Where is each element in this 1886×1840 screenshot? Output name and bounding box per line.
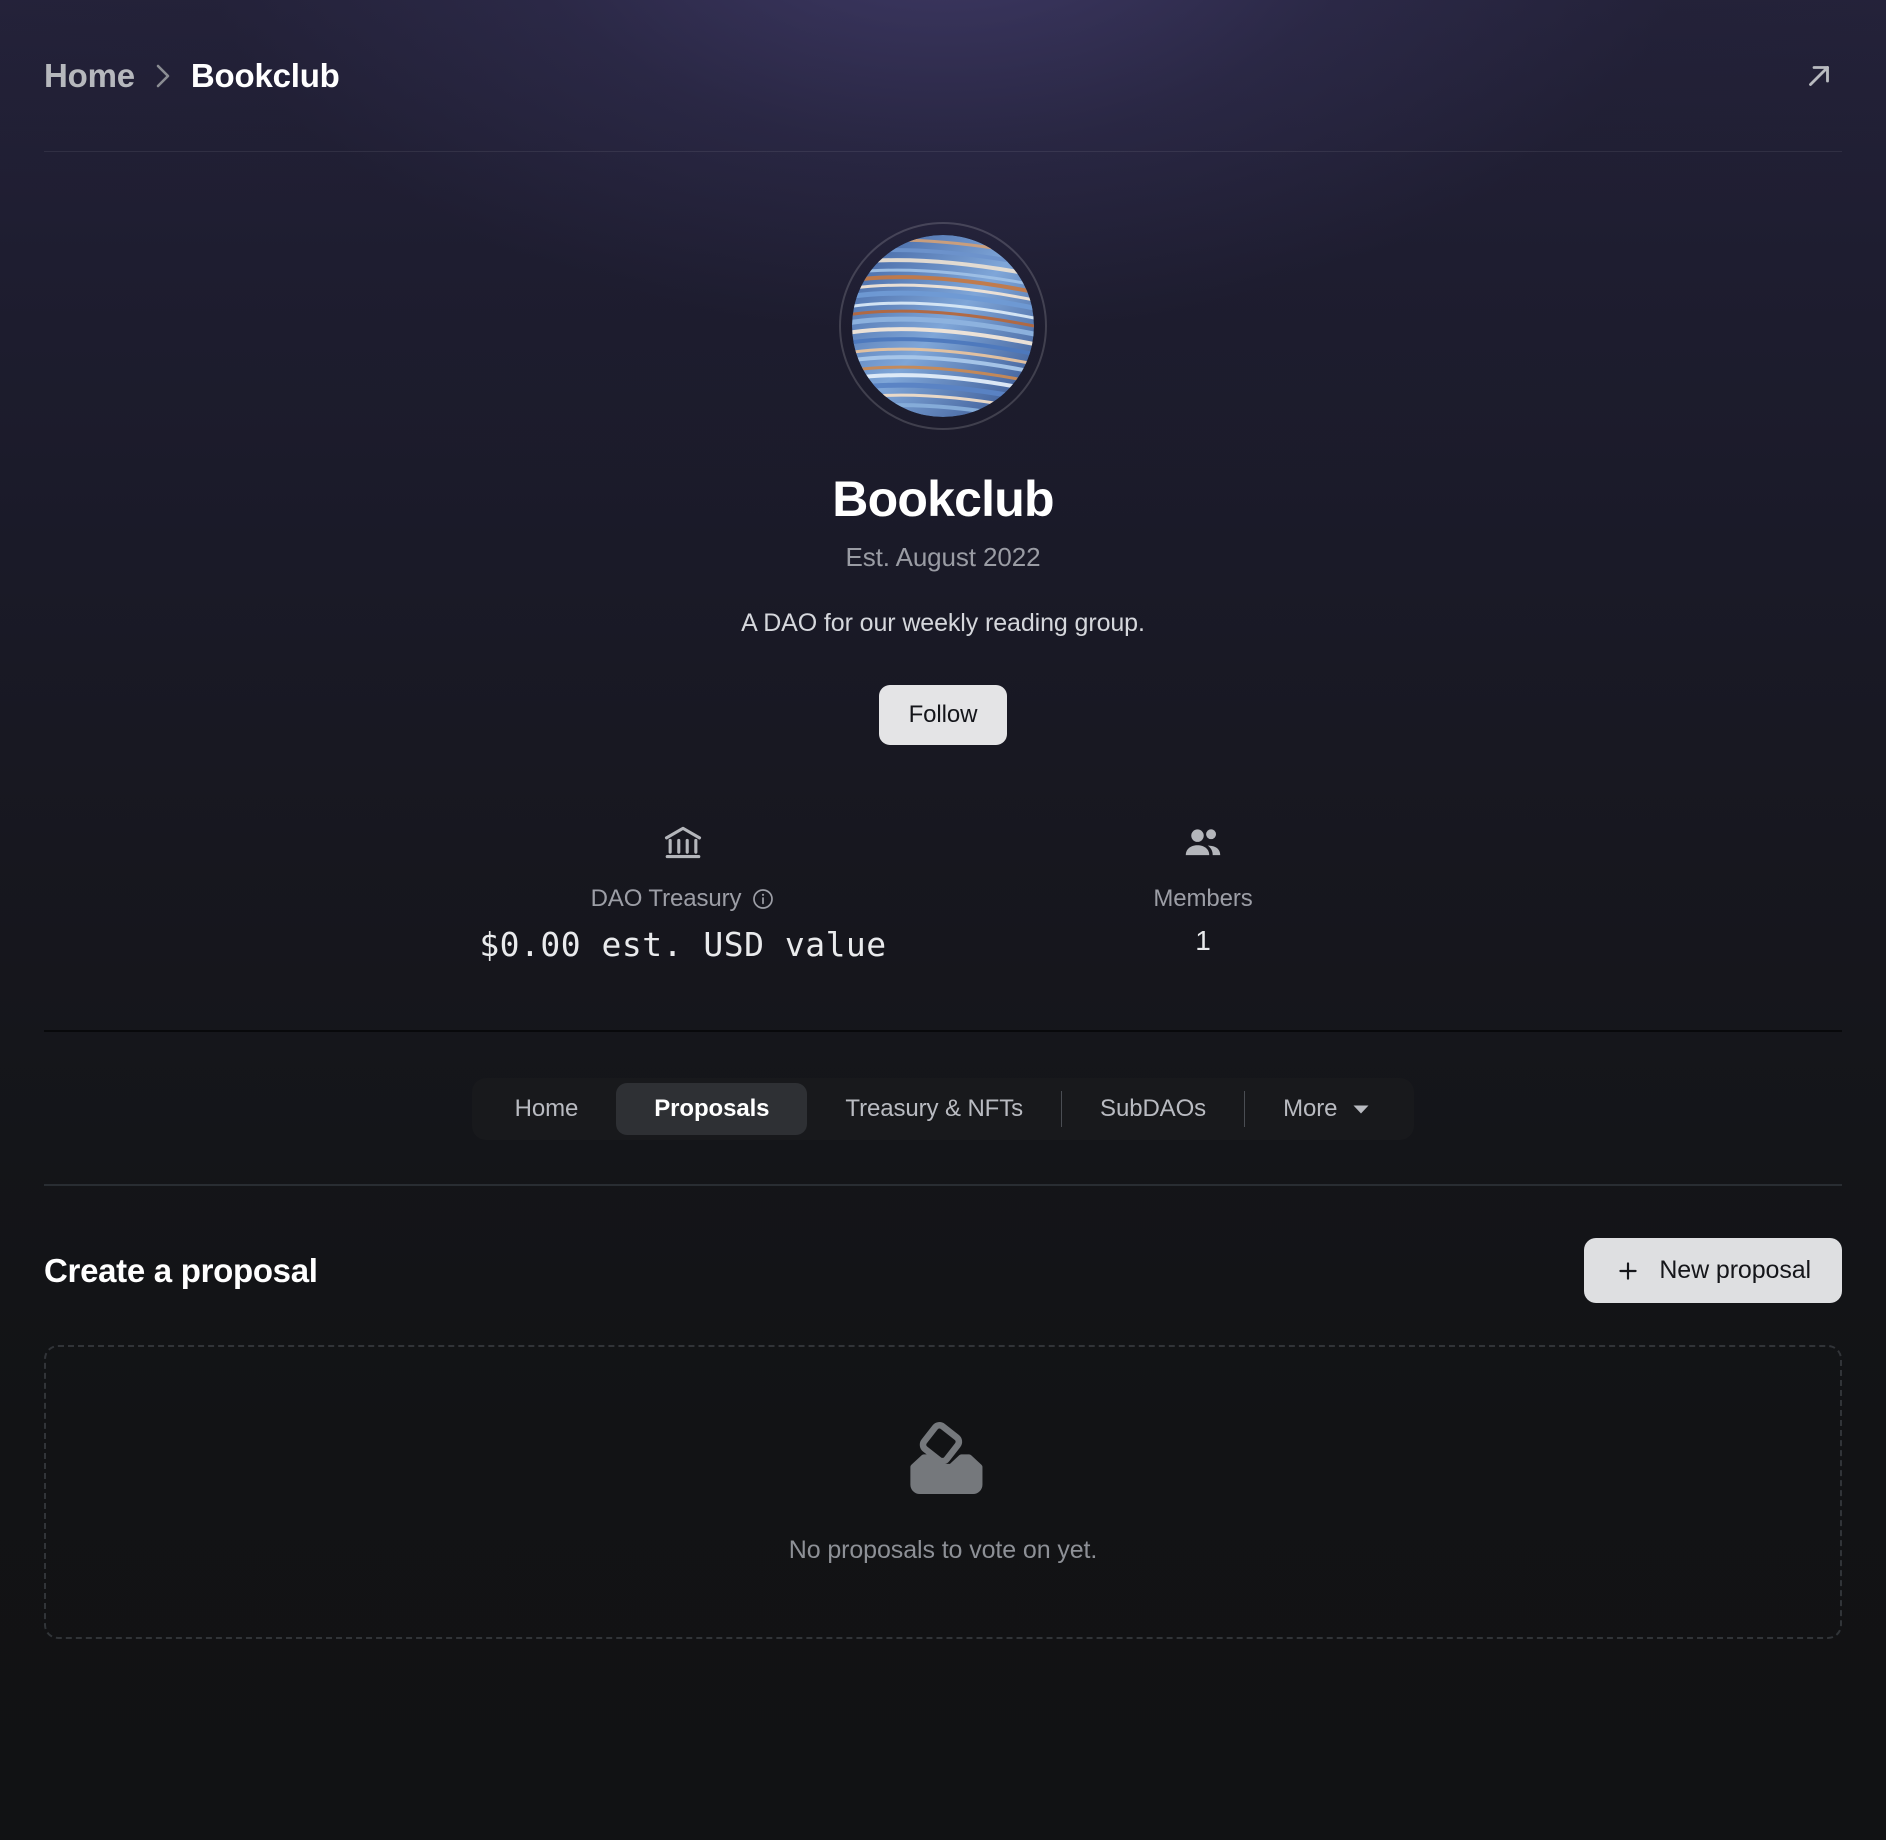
new-proposal-label: New proposal	[1659, 1256, 1811, 1284]
dao-page: Home Bookclub Bookclub Est. August 2022 …	[0, 0, 1886, 1840]
proposals-empty-state: No proposals to vote on yet.	[44, 1345, 1842, 1639]
dao-hero: Bookclub Est. August 2022 A DAO for our …	[0, 152, 1886, 964]
follow-button[interactable]: Follow	[878, 685, 1008, 745]
stats-row: DAO Treasury $0.00 est. USD value Member…	[0, 817, 1886, 964]
tab-label: More	[1283, 1095, 1338, 1122]
page-header: Home Bookclub	[0, 0, 1886, 152]
tab-proposals[interactable]: Proposals	[616, 1083, 808, 1135]
plus-icon	[1615, 1258, 1641, 1284]
dao-description: A DAO for our weekly reading group.	[741, 609, 1145, 637]
arrow-up-right-icon[interactable]	[1796, 53, 1842, 99]
tab-more[interactable]: More	[1245, 1083, 1409, 1135]
stat-label-text: DAO Treasury	[590, 885, 742, 912]
info-icon[interactable]	[751, 887, 775, 911]
tab-label: SubDAOs	[1100, 1095, 1207, 1122]
stat-label-text: Members	[1153, 885, 1253, 912]
tab-home[interactable]: Home	[477, 1083, 617, 1135]
new-proposal-button[interactable]: New proposal	[1584, 1238, 1842, 1303]
stat-dao-treasury: DAO Treasury $0.00 est. USD value	[423, 817, 943, 964]
header-divider	[44, 151, 1842, 152]
breadcrumb-home-link[interactable]: Home	[44, 57, 135, 95]
avatar-ring	[839, 222, 1047, 430]
stat-members: Members 1	[943, 817, 1463, 957]
tab-bar-row: Home Proposals Treasury & NFTs SubDAOs M…	[0, 1032, 1886, 1140]
tab-label: Treasury & NFTs	[845, 1095, 1024, 1122]
breadcrumb: Home Bookclub	[44, 57, 340, 95]
stat-label-treasury: DAO Treasury	[591, 885, 776, 913]
tab-label: Home	[514, 1095, 579, 1122]
chevron-down-icon	[1351, 1102, 1371, 1116]
breadcrumb-current: Bookclub	[190, 57, 340, 94]
chevron-right-icon	[151, 58, 175, 94]
bank-icon	[661, 817, 705, 869]
members-count: 1	[1195, 925, 1211, 956]
avatar	[852, 235, 1034, 417]
stat-label-members: Members	[1153, 885, 1252, 913]
ballot-box-icon	[902, 1420, 984, 1502]
tab-label: Proposals	[654, 1095, 770, 1122]
treasury-value: $0.00 est. USD value	[479, 925, 887, 964]
tab-treasury-nfts[interactable]: Treasury & NFTs	[807, 1083, 1061, 1135]
empty-state-text: No proposals to vote on yet.	[788, 1535, 1098, 1564]
members-icon	[1181, 817, 1225, 869]
page-title: Bookclub	[832, 471, 1054, 527]
dao-avatar-image	[852, 235, 1034, 417]
tab-bar: Home Proposals Treasury & NFTs SubDAOs M…	[471, 1078, 1415, 1140]
established-date: Est. August 2022	[845, 542, 1041, 572]
section-title: Create a proposal	[44, 1251, 318, 1289]
proposals-header: Create a proposal New proposal	[0, 1186, 1886, 1303]
tab-subdaos[interactable]: SubDAOs	[1062, 1083, 1244, 1135]
